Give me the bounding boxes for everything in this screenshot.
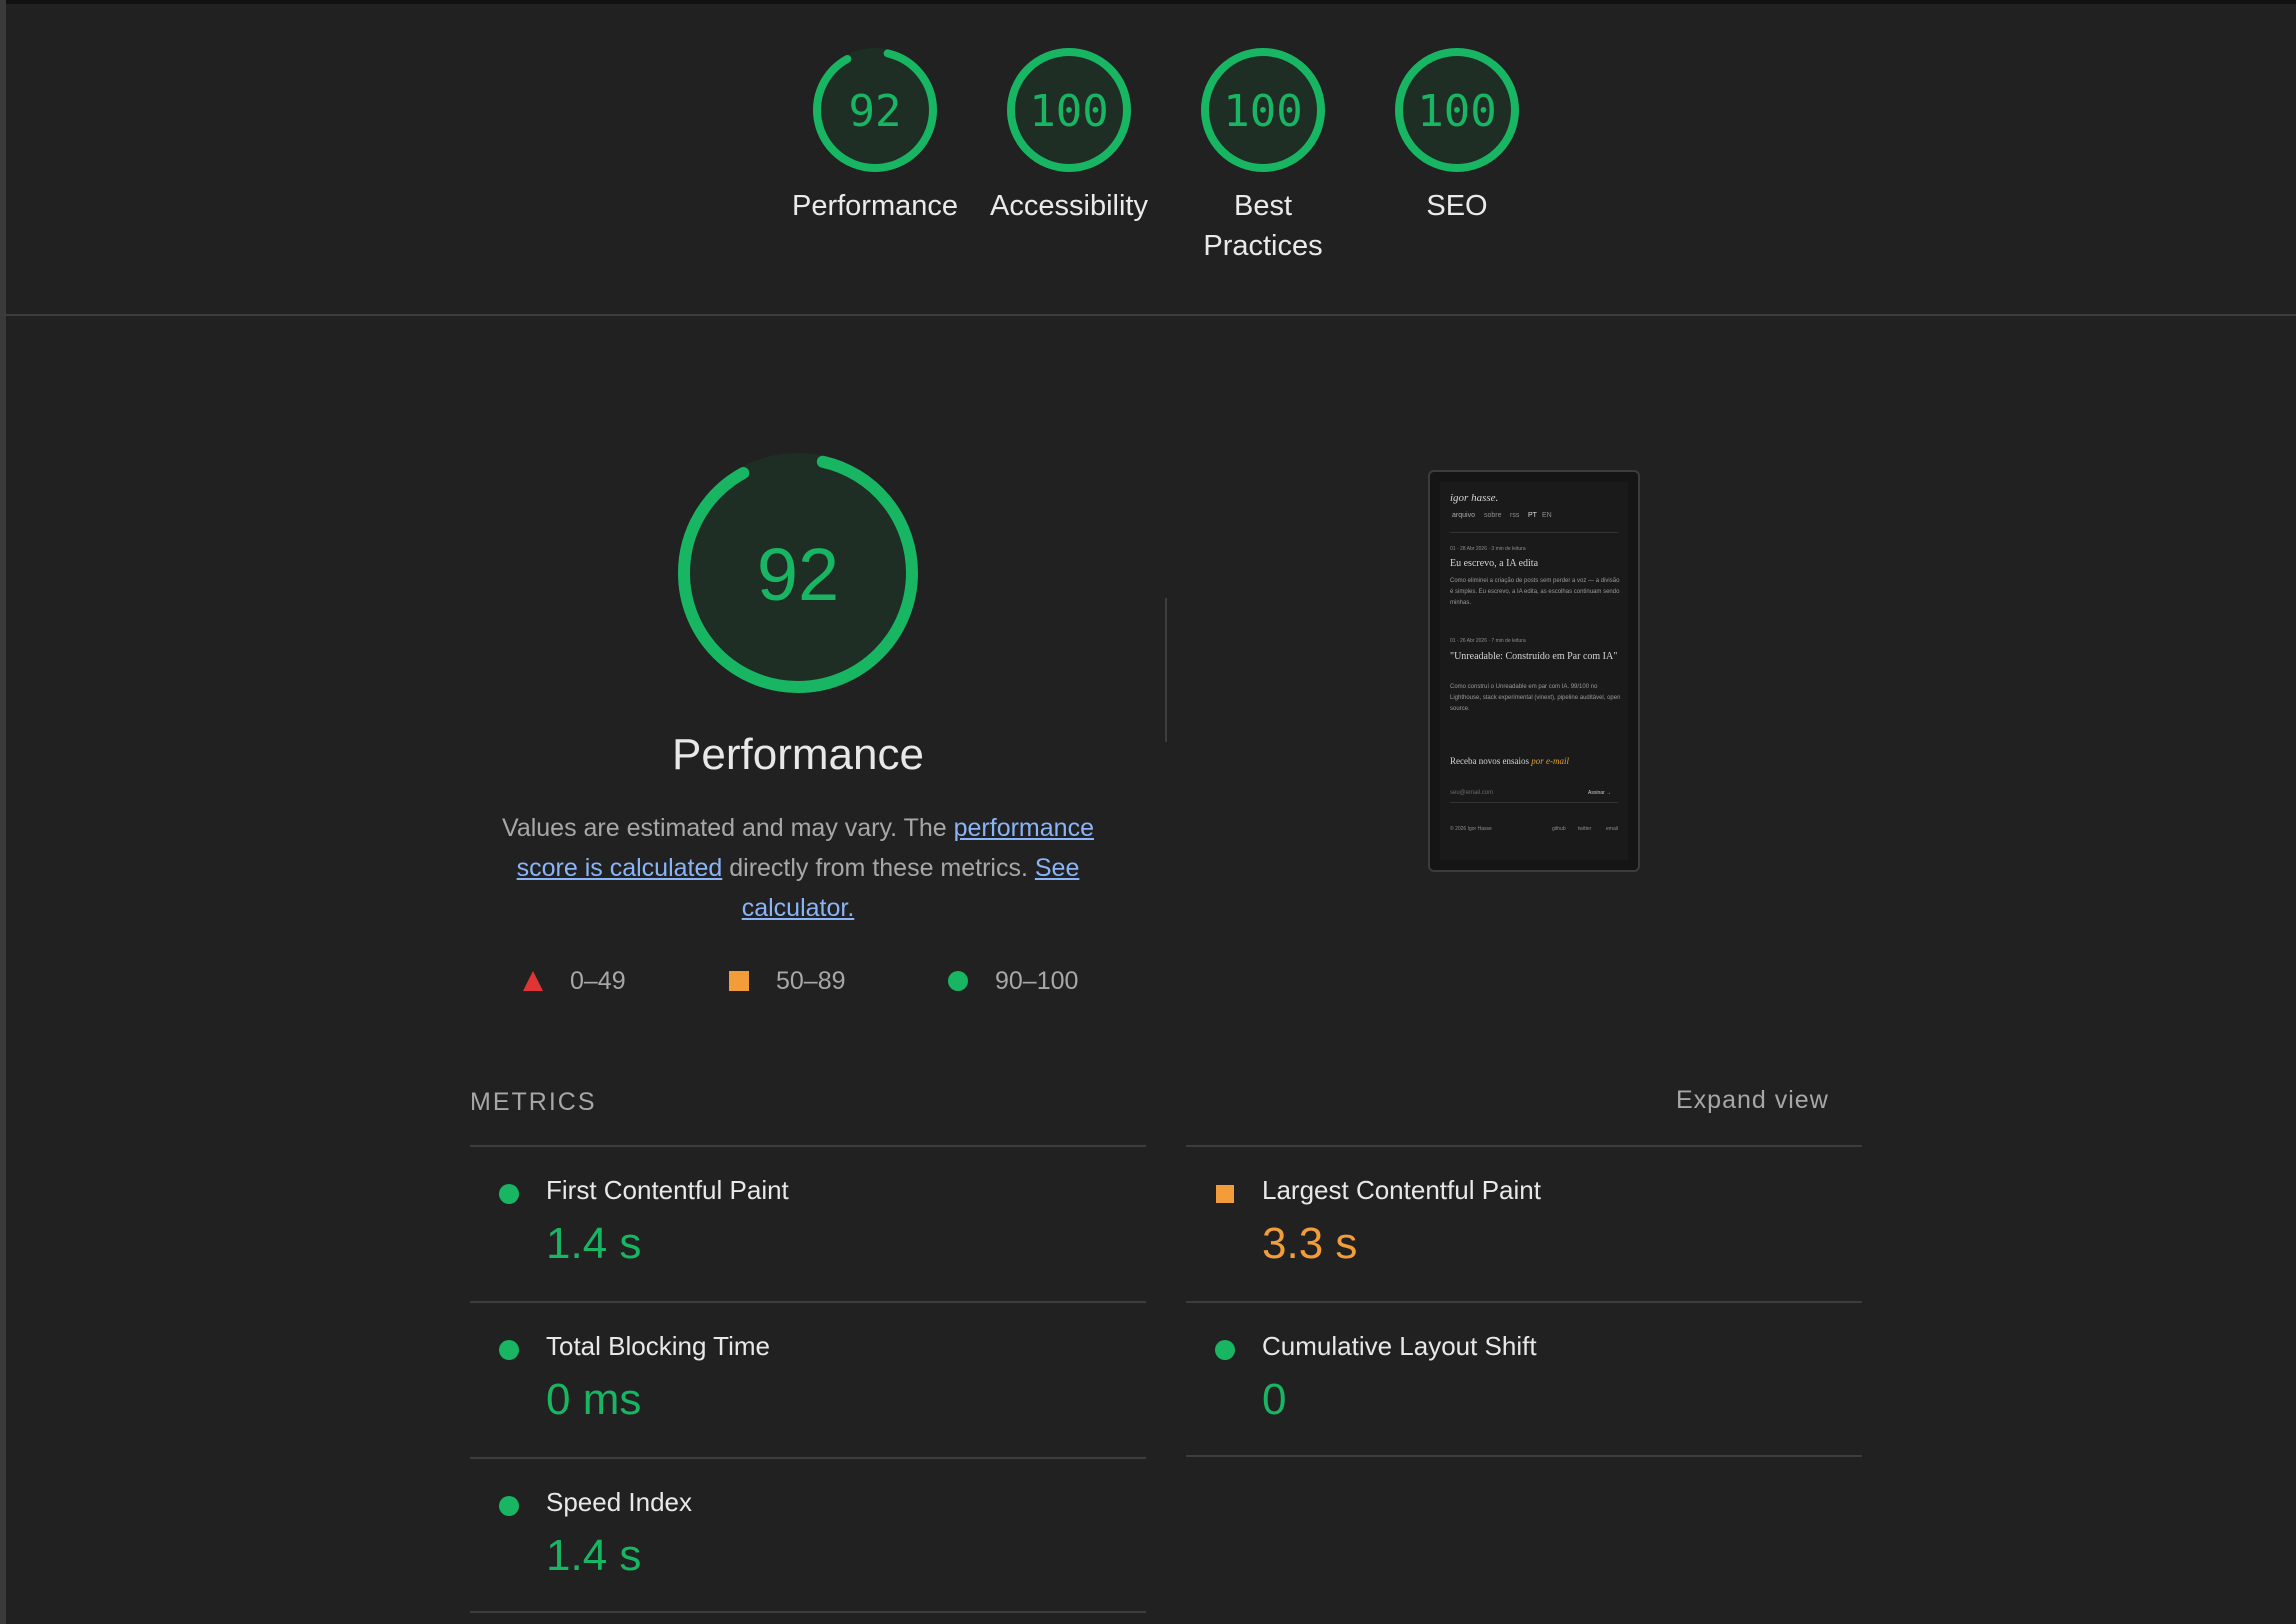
metric-largest-contentful-paint: Largest Contentful Paint 3.3 s bbox=[1186, 1147, 1862, 1301]
performance-gauge: 92 bbox=[663, 438, 933, 708]
legend-good: 90–100 bbox=[947, 966, 1097, 996]
circle-icon bbox=[948, 971, 968, 991]
thumb-nav-2: rss bbox=[1510, 512, 1520, 519]
thumb-divider bbox=[1450, 532, 1618, 533]
thumb-nav-3: PT bbox=[1528, 512, 1537, 519]
pass-circle-icon bbox=[499, 1340, 519, 1360]
thumb-post1-meta: 01 · 28 Abr 2026 · 3 min de leitura bbox=[1450, 546, 1526, 552]
metric-total-blocking-time: Total Blocking Time 0 ms bbox=[470, 1303, 1146, 1457]
legend-poor: 0–49 bbox=[522, 966, 652, 996]
expand-view-toggle[interactable]: Expand view bbox=[1676, 1086, 1829, 1115]
metric-name: Speed Index bbox=[546, 1487, 693, 1517]
legend-range: 90–100 bbox=[995, 967, 1079, 995]
performance-title: Performance bbox=[672, 730, 924, 779]
gauge-ring: 100 bbox=[1395, 48, 1519, 172]
metric-speed-index: Speed Index 1.4 s bbox=[470, 1459, 1146, 1613]
metric-value: 0 bbox=[1262, 1375, 1287, 1424]
thumb-post1-title: Eu escrevo, a IA edita bbox=[1450, 558, 1539, 569]
thumb-site-name: igor hasse. bbox=[1450, 492, 1499, 504]
gauge-score: 92 bbox=[849, 86, 902, 137]
gauge-performance[interactable]: 92 Performance bbox=[780, 44, 970, 226]
performance-gauge-ring: 92 bbox=[678, 453, 918, 693]
metric-name: Total Blocking Time bbox=[546, 1331, 770, 1361]
thumb-footer-link: email bbox=[1606, 826, 1618, 832]
thumb-footer-link: twitter bbox=[1578, 826, 1592, 832]
thumb-post2-excerpt: Como construí o Unreadable em par com IA… bbox=[1450, 684, 1621, 712]
gauge-ring: 100 bbox=[1201, 48, 1325, 172]
gauge-label: SEO bbox=[1426, 190, 1488, 222]
gauge-seo[interactable]: 100 SEO bbox=[1362, 44, 1552, 226]
thumb-nav-1: sobre bbox=[1484, 512, 1502, 519]
pass-circle-icon bbox=[499, 1184, 519, 1204]
final-screenshot-thumbnail[interactable]: igor hasse. arquivo sobre rss PT EN 01 ·… bbox=[1428, 470, 1640, 872]
thumb-post1-excerpt: Como eliminei a criação de posts sem per… bbox=[1450, 578, 1620, 606]
gauge-ring: 92 bbox=[813, 48, 937, 172]
thumb-newsletter-text: Receba novos ensaios bbox=[1450, 756, 1532, 766]
metric-name: Cumulative Layout Shift bbox=[1262, 1331, 1537, 1361]
thumbnail-page: igor hasse. arquivo sobre rss PT EN 01 ·… bbox=[1440, 482, 1628, 860]
score-summary: 92 Performance 100 Accessibility 100 Bes… bbox=[0, 0, 2296, 316]
gauge-label: Best Practices bbox=[1203, 190, 1323, 262]
average-square-icon bbox=[1216, 1185, 1234, 1203]
square-icon bbox=[729, 971, 749, 991]
triangle-icon bbox=[523, 971, 543, 991]
desc-text: directly from these metrics. bbox=[722, 854, 1035, 882]
thumb-post2-meta: 01 · 26 Abr 2026 · 7 min de leitura bbox=[1450, 638, 1526, 644]
metric-value: 3.3 s bbox=[1262, 1219, 1358, 1268]
gauge-best-practices[interactable]: 100 Best Practices bbox=[1168, 44, 1358, 266]
vertical-divider bbox=[1165, 598, 1167, 742]
thumb-footer-copy: © 2026 Igor Hasse bbox=[1450, 826, 1492, 832]
metric-value: 1.4 s bbox=[546, 1219, 642, 1268]
gauge-label: Accessibility bbox=[990, 190, 1148, 222]
pass-circle-icon bbox=[1215, 1340, 1235, 1360]
thumb-input-underline bbox=[1450, 802, 1618, 803]
metrics-heading: METRICS bbox=[470, 1088, 597, 1116]
metric-name: Largest Contentful Paint bbox=[1262, 1175, 1541, 1205]
legend-range: 50–89 bbox=[776, 967, 846, 995]
legend-average: 50–89 bbox=[728, 966, 868, 996]
performance-score: 92 bbox=[757, 533, 839, 616]
legend-range: 0–49 bbox=[570, 967, 626, 995]
gauge-score: 100 bbox=[1417, 86, 1496, 137]
metric-divider bbox=[1186, 1455, 1862, 1457]
thumb-nav-0: arquivo bbox=[1452, 512, 1475, 519]
gauge-score: 100 bbox=[1029, 86, 1108, 137]
gauge-accessibility[interactable]: 100 Accessibility bbox=[974, 44, 1164, 226]
gauge-label: Performance bbox=[791, 190, 958, 222]
thumb-post2-title: "Unreadable: Construído em Par com IA" bbox=[1450, 651, 1618, 662]
thumb-newsletter-em: por e-mail bbox=[1531, 756, 1569, 766]
thumb-nav-4: EN bbox=[1542, 512, 1552, 519]
metric-value: 0 ms bbox=[546, 1375, 642, 1424]
thumb-footer-link: github bbox=[1552, 826, 1566, 832]
pass-circle-icon bbox=[499, 1496, 519, 1516]
metric-first-contentful-paint: First Contentful Paint 1.4 s bbox=[470, 1147, 1146, 1301]
metric-name: First Contentful Paint bbox=[546, 1175, 789, 1205]
desc-text: Values are estimated and may vary. The bbox=[502, 814, 954, 842]
gauge-ring: 100 bbox=[1007, 48, 1131, 172]
gauge-score: 100 bbox=[1223, 86, 1302, 137]
performance-description: Values are estimated and may vary. The p… bbox=[480, 808, 1116, 928]
thumb-subscribe-button: Assinar → bbox=[1588, 790, 1612, 796]
metric-divider bbox=[470, 1611, 1146, 1613]
metric-cumulative-layout-shift: Cumulative Layout Shift 0 bbox=[1186, 1303, 1862, 1457]
thumb-newsletter: Receba novos ensaios por e-mail bbox=[1450, 756, 1569, 766]
metric-value: 1.4 s bbox=[546, 1531, 642, 1580]
thumb-email-input: seu@email.com bbox=[1450, 790, 1494, 796]
